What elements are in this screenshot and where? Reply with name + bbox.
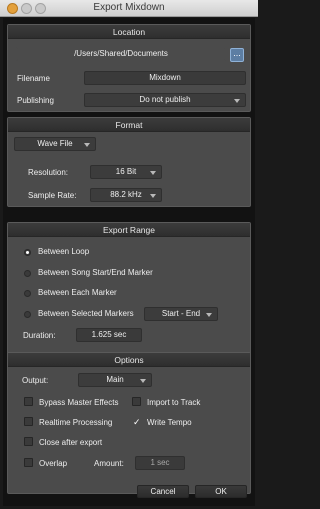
file-type-value: Wave File — [37, 139, 73, 148]
range-radio-selected-markers[interactable] — [24, 311, 31, 318]
format-panel: Format Wave File Resolution: 16 Bit Samp… — [7, 117, 251, 207]
resolution-dropdown[interactable]: 16 Bit — [90, 165, 162, 179]
output-dropdown[interactable]: Main — [78, 373, 152, 387]
write-tempo-checkbox[interactable]: ✓ — [133, 418, 141, 427]
markers-value: Start - End — [161, 309, 201, 318]
resolution-value: 16 Bit — [115, 167, 137, 176]
resolution-label: Resolution: — [28, 168, 69, 177]
sample-rate-dropdown[interactable]: 88.2 kHz — [90, 188, 162, 202]
chevron-down-icon — [150, 194, 156, 198]
chevron-down-icon — [150, 171, 156, 175]
write-tempo-label: Write Tempo — [147, 418, 192, 427]
close-after-export-label: Close after export — [39, 438, 103, 447]
amount-label: Amount: — [94, 459, 124, 468]
path-display: /Users/Shared/Documents — [16, 47, 226, 61]
export-range-panel: Export Range Between Loop Between Song S… — [7, 222, 251, 360]
filename-label: Filename — [17, 74, 50, 83]
chevron-down-icon — [140, 379, 146, 383]
chevron-down-icon — [84, 143, 90, 147]
options-header: Options — [8, 353, 250, 367]
chevron-down-icon — [206, 313, 212, 317]
publishing-value: Do not publish — [139, 95, 191, 104]
options-panel: Options Output: Main Bypass Master Effec… — [7, 352, 251, 494]
browse-button[interactable]: ... — [230, 48, 244, 62]
location-header: Location — [8, 25, 250, 39]
publishing-label: Publishing — [17, 96, 54, 105]
import-to-track-checkbox[interactable] — [132, 397, 141, 406]
range-radio-song-markers[interactable] — [24, 270, 31, 277]
realtime-processing-checkbox[interactable] — [24, 417, 33, 426]
bypass-master-effects-label: Bypass Master Effects — [39, 398, 119, 407]
publishing-dropdown[interactable]: Do not publish — [84, 93, 246, 107]
export-range-header: Export Range — [8, 223, 250, 237]
range-option-loop[interactable]: Between Loop — [38, 247, 89, 256]
range-option-selected-markers[interactable]: Between Selected Markers — [38, 309, 134, 318]
output-value: Main — [106, 375, 124, 384]
close-after-export-checkbox[interactable] — [24, 437, 33, 446]
location-panel: Location /Users/Shared/Documents ... Fil… — [7, 24, 251, 112]
duration-field: 1.625 sec — [76, 328, 142, 342]
import-to-track-label: Import to Track — [147, 398, 201, 407]
range-option-each-marker[interactable]: Between Each Marker — [38, 288, 117, 297]
sample-rate-value: 88.2 kHz — [110, 190, 142, 199]
file-type-dropdown[interactable]: Wave File — [14, 137, 96, 151]
amount-input[interactable]: 1 sec — [135, 456, 185, 470]
range-radio-each-marker[interactable] — [24, 290, 31, 297]
ok-button[interactable]: OK — [195, 485, 247, 498]
export-dialog: Location /Users/Shared/Documents ... Fil… — [3, 18, 255, 506]
window-title: Export Mixdown — [93, 2, 165, 13]
overlap-checkbox[interactable] — [24, 458, 33, 467]
realtime-processing-label: Realtime Processing — [39, 418, 113, 427]
duration-label: Duration: — [23, 331, 56, 340]
title-bar: Export Mixdown — [0, 0, 258, 17]
overlap-label: Overlap — [39, 459, 68, 468]
output-label: Output: — [22, 376, 49, 385]
markers-dropdown[interactable]: Start - End — [144, 307, 218, 321]
range-option-song-markers[interactable]: Between Song Start/End Marker — [38, 268, 153, 277]
format-header: Format — [8, 118, 250, 132]
cancel-button[interactable]: Cancel — [137, 485, 189, 498]
range-radio-loop[interactable] — [24, 249, 31, 256]
bypass-master-effects-checkbox[interactable] — [24, 397, 33, 406]
filename-input[interactable]: Mixdown — [84, 71, 246, 85]
sample-rate-label: Sample Rate: — [28, 191, 77, 200]
chevron-down-icon — [234, 99, 240, 103]
